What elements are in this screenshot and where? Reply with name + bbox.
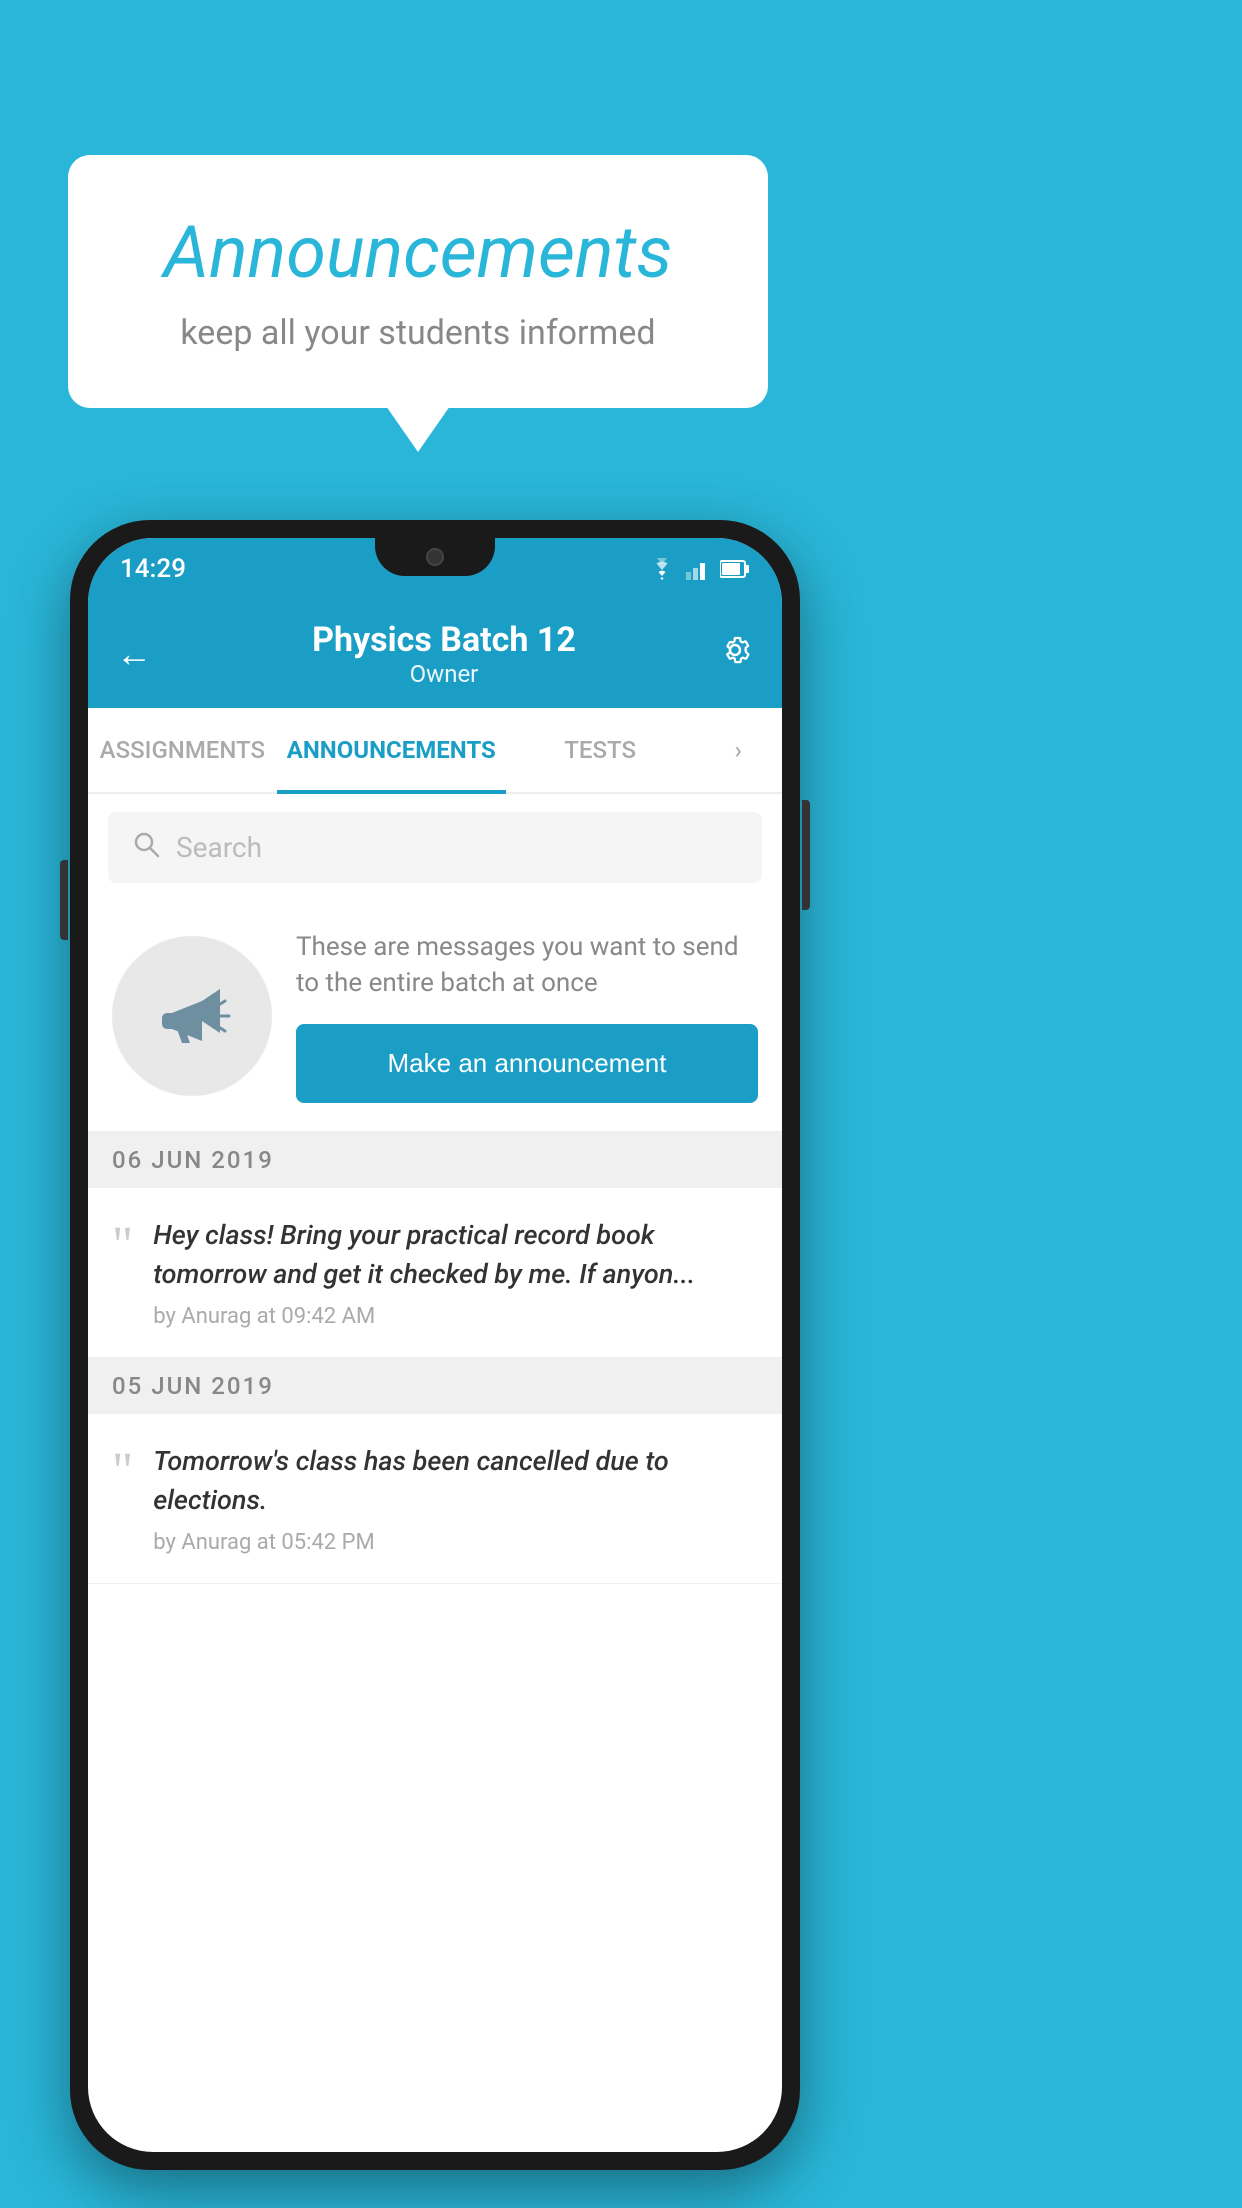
- volume-button: [60, 860, 68, 940]
- tab-tests[interactable]: TESTS: [506, 708, 695, 792]
- settings-button[interactable]: [716, 631, 754, 678]
- search-icon: [132, 830, 160, 865]
- promo-icon-circle: [112, 936, 272, 1096]
- announcement-text-1: Hey class! Bring your practical record b…: [153, 1216, 758, 1294]
- back-button[interactable]: ←: [116, 633, 152, 675]
- date-divider-2: 05 JUN 2019: [88, 1358, 782, 1414]
- app-bar-subtitle: Owner: [172, 660, 716, 688]
- announcement-content-1: Hey class! Bring your practical record b…: [153, 1216, 758, 1329]
- notch: [375, 538, 495, 576]
- wifi-icon: [648, 558, 676, 580]
- announcement-promo: These are messages you want to send to t…: [88, 901, 782, 1132]
- status-icons: [648, 558, 750, 580]
- app-bar: ← Physics Batch 12 Owner: [88, 600, 782, 708]
- phone-screen: 14:29: [88, 538, 782, 2152]
- speech-bubble-title: Announcements: [128, 210, 708, 295]
- phone-container: 14:29: [70, 520, 800, 2170]
- tab-more[interactable]: ›: [695, 708, 782, 792]
- search-bar[interactable]: Search: [108, 812, 762, 883]
- megaphone-icon: [147, 971, 237, 1061]
- date-divider-1: 06 JUN 2019: [88, 1132, 782, 1188]
- announcement-content-2: Tomorrow's class has been cancelled due …: [153, 1442, 758, 1555]
- status-time: 14:29: [120, 554, 186, 584]
- announcement-item-2[interactable]: " Tomorrow's class has been cancelled du…: [88, 1414, 782, 1584]
- announcement-meta-1: by Anurag at 09:42 AM: [153, 1304, 758, 1329]
- speech-bubble-subtitle: keep all your students informed: [128, 313, 708, 353]
- promo-right: These are messages you want to send to t…: [296, 929, 758, 1103]
- quote-icon-2: ": [112, 1446, 133, 1498]
- quote-icon-1: ": [112, 1220, 133, 1272]
- tab-assignments[interactable]: ASSIGNMENTS: [88, 708, 277, 792]
- promo-description: These are messages you want to send to t…: [296, 929, 758, 1002]
- status-bar: 14:29: [88, 538, 782, 600]
- announcement-text-2: Tomorrow's class has been cancelled due …: [153, 1442, 758, 1520]
- announcement-item-1[interactable]: " Hey class! Bring your practical record…: [88, 1188, 782, 1358]
- tab-announcements[interactable]: ANNOUNCEMENTS: [277, 708, 506, 792]
- speech-bubble: Announcements keep all your students inf…: [68, 155, 768, 408]
- signal-icon: [686, 558, 710, 580]
- speech-bubble-container: Announcements keep all your students inf…: [68, 155, 768, 408]
- announcement-meta-2: by Anurag at 05:42 PM: [153, 1530, 758, 1555]
- phone-outer: 14:29: [70, 520, 800, 2170]
- app-bar-title: Physics Batch 12: [172, 620, 716, 660]
- tabs-container: ASSIGNMENTS ANNOUNCEMENTS TESTS ›: [88, 708, 782, 794]
- make-announcement-button[interactable]: Make an announcement: [296, 1024, 758, 1103]
- search-bar-container: Search: [88, 794, 782, 901]
- search-placeholder: Search: [176, 831, 262, 864]
- camera: [426, 548, 444, 566]
- battery-icon: [720, 558, 750, 580]
- power-button: [802, 800, 810, 910]
- app-bar-title-container: Physics Batch 12 Owner: [172, 620, 716, 688]
